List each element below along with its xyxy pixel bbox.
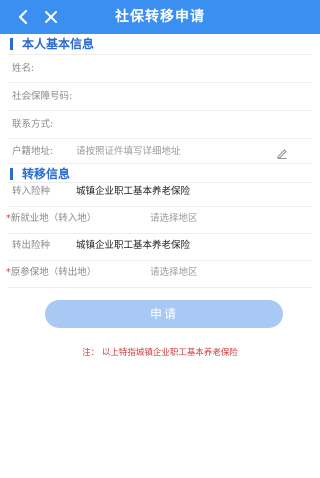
original-insured-location-select[interactable]: 请选择地区 (150, 266, 198, 280)
title-bar: 社保转移申请 (0, 0, 320, 34)
divider (8, 54, 312, 55)
transfer-out-type-select[interactable]: 城镇企业职工基本养老保险 (76, 239, 190, 253)
section-title-transfer: 转移信息 (10, 166, 70, 182)
divider (8, 182, 312, 183)
divider (8, 233, 312, 234)
divider (8, 138, 312, 139)
pencil-icon[interactable] (276, 147, 288, 159)
section-marker (10, 168, 13, 180)
divider (8, 287, 312, 288)
divider (8, 163, 312, 164)
section-label-basic: 本人基本信息 (22, 37, 95, 51)
divider (8, 110, 312, 111)
new-employment-location-label: *新就业地（转入地） (6, 213, 97, 224)
transfer-in-type-select[interactable]: 城镇企业职工基本养老保险 (76, 185, 190, 199)
household-address-input[interactable]: 请按照证件填写详细地址 (76, 145, 181, 159)
transfer-in-type-label: 转入险种 (12, 186, 51, 197)
new-employment-location-select[interactable]: 请选择地区 (150, 212, 198, 226)
original-insured-location-label: *原参保地（转出地） (6, 267, 97, 278)
section-title-basic: 本人基本信息 (10, 36, 94, 52)
transfer-out-type-label: 转出险种 (12, 240, 51, 251)
name-label: 姓名: (12, 63, 35, 74)
household-address-label: 户籍地址: (12, 146, 54, 157)
divider (8, 82, 312, 83)
note-text: 注： 以上特指城镇企业职工基本养老保险 (82, 348, 238, 358)
apply-button[interactable]: 申请 (45, 300, 283, 328)
page-title: 社保转移申请 (115, 9, 205, 25)
social-security-number-label: 社会保障号码: (12, 91, 73, 102)
section-label-transfer: 转移信息 (22, 167, 71, 181)
contact-label: 联系方式: (12, 119, 54, 130)
divider (8, 206, 312, 207)
section-marker (10, 38, 13, 50)
divider (8, 260, 312, 261)
